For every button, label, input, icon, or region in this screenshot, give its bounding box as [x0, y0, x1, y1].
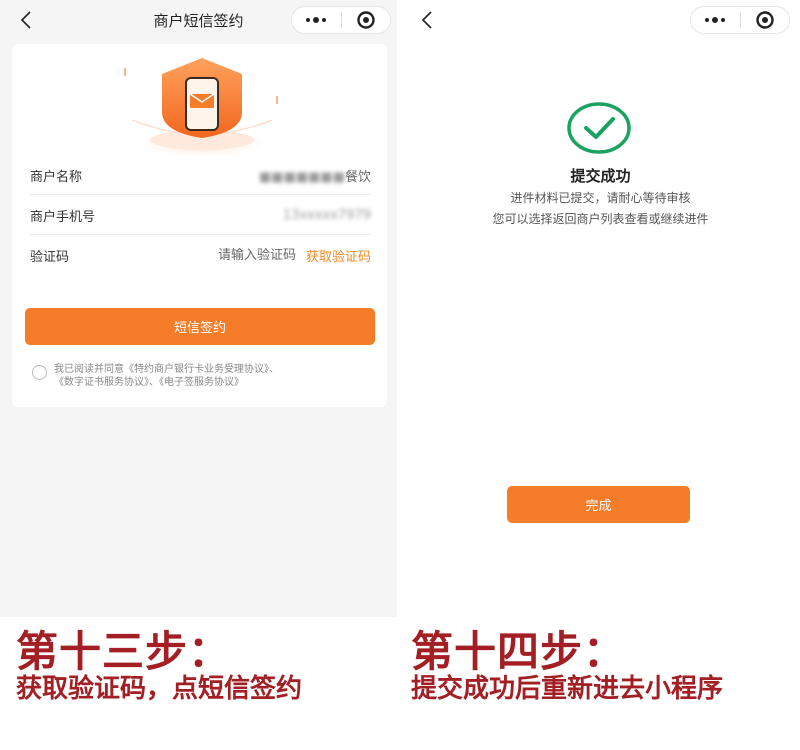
agreement-line-2: 《数字证书服务协议》、《电子签服务协议》 [54, 377, 244, 388]
more-button[interactable] [292, 7, 341, 33]
miniprogram-capsule [291, 6, 391, 34]
miniprogram-capsule [690, 6, 790, 34]
close-miniprogram-button[interactable] [342, 7, 391, 33]
merchant-name-value: ■■■■■■■餐饮 [259, 169, 371, 185]
screen-sms-sign: 商户短信签约 商户名称 ■■■■■■■餐饮 商户手机号 13xxxxx7979 … [0, 0, 397, 617]
verification-code-label: 验证码 [30, 249, 70, 265]
verification-code-controls: 获取验证码 [203, 246, 371, 265]
agreement-link-digital-cert[interactable]: 《数字证书服务协议》 [54, 377, 149, 388]
step-14-description: 提交成功后重新进去小程序 [411, 674, 724, 704]
get-code-button[interactable]: 获取验证码 [306, 246, 371, 265]
merchant-phone-label: 商户手机号 [30, 209, 96, 225]
success-message-line-2: 您可以选择返回商户列表查看或继续进件 [492, 212, 709, 226]
success-title: 提交成功 [570, 167, 631, 185]
chevron-left-icon [421, 11, 432, 29]
more-dots-icon [306, 17, 327, 23]
agreement-link-card-acceptance[interactable]: 《特约商户银行卡业务受理协议》 [124, 364, 269, 375]
shield-phone-icon [124, 58, 278, 158]
merchant-phone-value: 13xxxxx7979 [282, 207, 371, 223]
agreement-link-e-sign[interactable]: 《电子签服务协议》 [159, 377, 244, 388]
merchant-phone-row: 商户手机号 13xxxxx7979 [30, 195, 371, 235]
sign-form-card: 商户名称 ■■■■■■■餐饮 商户手机号 13xxxxx7979 验证码 获取验… [12, 44, 387, 407]
verification-code-row: 验证码 获取验证码 [30, 235, 371, 275]
radio-circle-icon[interactable] [32, 365, 47, 380]
success-message-line-1: 进件材料已提交，请耐心等待审核 [510, 191, 691, 205]
step-13-description: 获取验证码，点短信签约 [16, 674, 303, 704]
merchant-name-row: 商户名称 ■■■■■■■餐饮 [30, 155, 371, 195]
verification-code-input[interactable] [203, 247, 296, 263]
check-circle-icon [567, 102, 631, 154]
agreement-line-1: 我已阅读并同意《特约商户银行卡业务受理协议》、 [54, 364, 279, 375]
merchant-name-label: 商户名称 [30, 169, 83, 185]
target-circle-icon [756, 11, 774, 29]
sms-sign-button[interactable]: 短信签约 [25, 308, 375, 345]
close-miniprogram-button[interactable] [741, 7, 790, 33]
done-button[interactable]: 完成 [507, 486, 690, 523]
target-circle-icon [357, 11, 375, 29]
more-dots-icon [705, 17, 726, 23]
more-button[interactable] [691, 7, 740, 33]
navbar [401, 0, 800, 42]
navbar: 商户短信签约 [0, 0, 397, 42]
screen-submit-success: 提交成功 进件材料已提交，请耐心等待审核 您可以选择返回商户列表查看或继续进件 … [401, 0, 800, 617]
back-button[interactable] [415, 8, 439, 32]
